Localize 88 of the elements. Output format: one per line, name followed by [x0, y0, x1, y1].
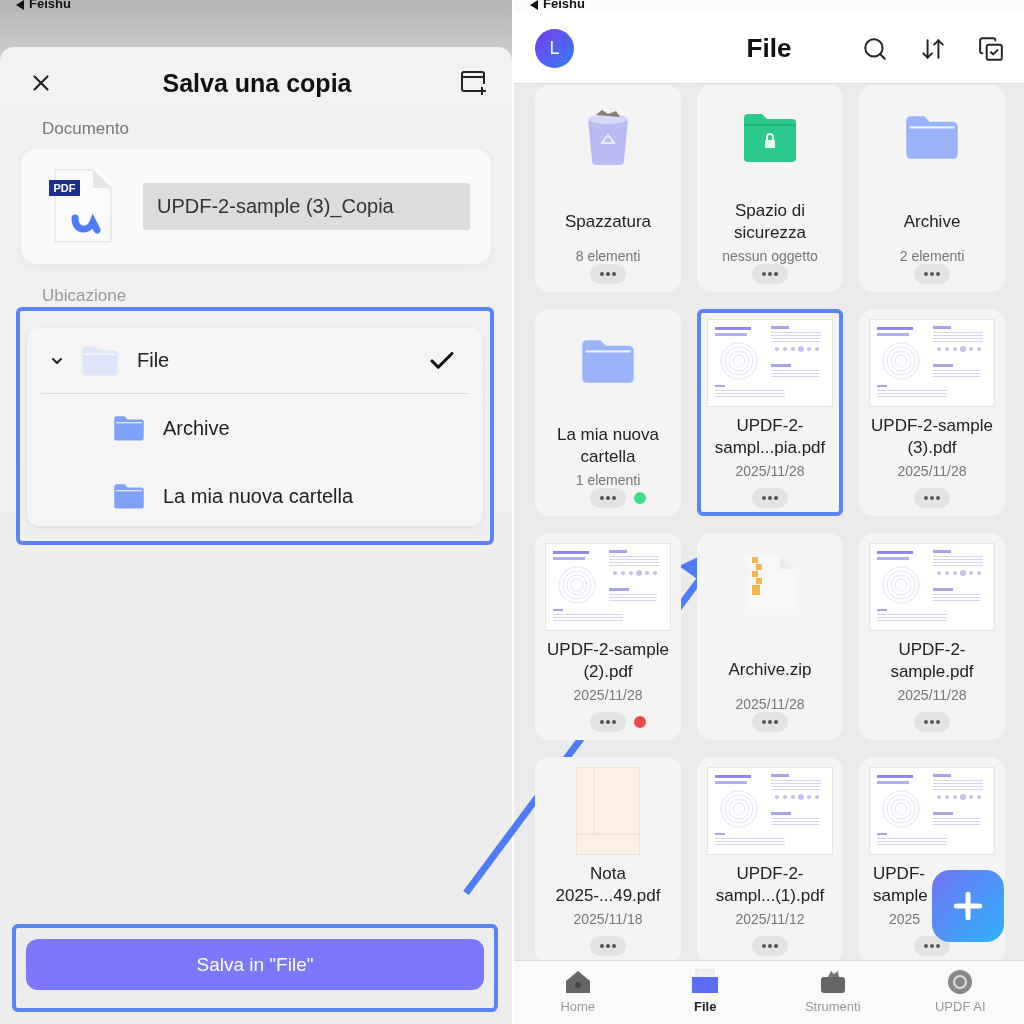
- ellipsis-icon: [924, 272, 940, 276]
- file-info: 8 elementi: [575, 248, 641, 264]
- file-card[interactable]: Spazio di sicurezza nessun oggetto: [697, 85, 843, 292]
- folder-icon: [580, 338, 636, 383]
- file-card[interactable]: UPDF-2-sampl...(1).pdf 2025/11/12: [697, 757, 843, 960]
- file-name: Spazio di sicurezza: [733, 200, 807, 244]
- file-card[interactable]: UPDF-2-sample (3).pdf 2025/11/28: [859, 309, 1005, 516]
- more-button[interactable]: [590, 488, 626, 508]
- file-name-field[interactable]: UPDF-2-sample (3)_Copia: [143, 183, 470, 230]
- file-name: UPDF-2-sample (2).pdf: [546, 639, 670, 683]
- file-name: Archive.zip: [728, 659, 812, 681]
- ellipsis-icon: [600, 944, 616, 948]
- more-button[interactable]: [590, 264, 626, 284]
- house-icon: [563, 969, 592, 995]
- more-button[interactable]: [590, 712, 626, 732]
- more-button[interactable]: [752, 264, 788, 284]
- ellipsis-icon: [600, 720, 616, 724]
- add-button[interactable]: [932, 870, 1004, 942]
- locked-folder-icon: [742, 111, 798, 162]
- file-card[interactable]: UPDF-2-sample.pdf 2025/11/28: [859, 533, 1005, 740]
- folder-icon: [113, 483, 145, 509]
- file-card[interactable]: Archive 2 elementi: [859, 85, 1005, 292]
- file-name: UPDF-2-sample (3).pdf: [870, 415, 994, 459]
- ellipsis-icon: [762, 496, 778, 500]
- more-button[interactable]: [914, 264, 950, 284]
- ellipsis-icon: [924, 496, 940, 500]
- file-card[interactable]: Nota 2025-...49.pdf 2025/11/18: [535, 757, 681, 960]
- file-info: 2025/11/18: [573, 911, 643, 927]
- new-window-icon[interactable]: [460, 70, 488, 96]
- folder-name: La mia nuova cartella: [163, 484, 355, 508]
- file-name: UPDF-2-sampl...(1).pdf: [714, 863, 826, 907]
- file-name: Spazzatura: [565, 211, 651, 233]
- folder-row[interactable]: Archive: [41, 394, 469, 462]
- folder-name: File: [137, 349, 171, 372]
- file-card[interactable]: UPDF-2-sample (2).pdf 2025/11/28: [535, 533, 681, 740]
- file-name: UPDF-2-sampl...pia.pdf: [713, 415, 827, 459]
- ellipsis-icon: [600, 496, 616, 500]
- more-button[interactable]: [914, 936, 950, 956]
- file-name: Nota 2025-...49.pdf: [554, 863, 662, 907]
- file-info: 2 elementi: [899, 248, 965, 264]
- section-label: Ubicazione: [42, 286, 128, 305]
- back-arrow-icon: [16, 0, 25, 10]
- file-name: Archive: [903, 211, 961, 233]
- file-card[interactable]: La mia nuova cartella 1 elementi: [535, 309, 681, 516]
- file-card[interactable]: UPDF-2-sampl...pia.pdf 2025/11/28: [697, 309, 843, 516]
- nav-tab[interactable]: File: [641, 961, 769, 1024]
- file-name: La mia nuova cartella: [555, 424, 661, 468]
- folder-name: Archive: [163, 416, 231, 440]
- file-info: 2025/11/28: [897, 687, 967, 703]
- file-card[interactable]: Spazzatura 8 elementi: [535, 85, 681, 292]
- ellipsis-icon: [762, 720, 778, 724]
- folder-icon: [691, 969, 720, 995]
- more-button[interactable]: [752, 712, 788, 732]
- file-info: 2025: [889, 911, 921, 927]
- toolbox-icon: [818, 969, 847, 995]
- folder-icon: [904, 114, 960, 159]
- avatar[interactable]: L: [535, 29, 574, 68]
- save-button[interactable]: Salva in "File": [26, 939, 484, 990]
- folder-icon: [113, 415, 145, 441]
- file-info: 2025/11/12: [735, 911, 805, 927]
- select-icon[interactable]: [978, 35, 1004, 62]
- ellipsis-icon: [924, 720, 940, 724]
- more-button[interactable]: [752, 936, 788, 956]
- folder-row[interactable]: La mia nuova cartella: [41, 462, 469, 530]
- file-info: 2025/11/28: [735, 696, 805, 712]
- ellipsis-icon: [762, 272, 778, 276]
- back-arrow-icon: [530, 0, 539, 10]
- ellipsis-icon: [600, 272, 616, 276]
- search-icon[interactable]: [862, 35, 888, 62]
- file-info: 2025/11/28: [897, 463, 967, 479]
- ellipsis-icon: [924, 944, 940, 948]
- more-button[interactable]: [914, 488, 950, 508]
- sheet-title: Salva una copia: [162, 68, 352, 98]
- section-label: Documento: [42, 119, 130, 139]
- ai-swirl-icon: [946, 969, 975, 995]
- file-name: UPDF-sample: [873, 863, 929, 907]
- ellipsis-icon: [762, 944, 778, 948]
- folder-row[interactable]: File: [41, 328, 469, 394]
- page-title: File: [746, 33, 792, 64]
- file-info: nessun oggetto: [722, 248, 818, 264]
- more-button[interactable]: [914, 712, 950, 732]
- file-card[interactable]: Archive.zip 2025/11/28: [697, 533, 843, 740]
- more-button[interactable]: [752, 488, 788, 508]
- file-info: 2025/11/28: [573, 687, 643, 703]
- file-info: 1 elementi: [575, 472, 641, 488]
- more-button[interactable]: [590, 936, 626, 956]
- file-name: UPDF-2-sample.pdf: [889, 639, 975, 683]
- file-info: 2025/11/28: [735, 463, 805, 479]
